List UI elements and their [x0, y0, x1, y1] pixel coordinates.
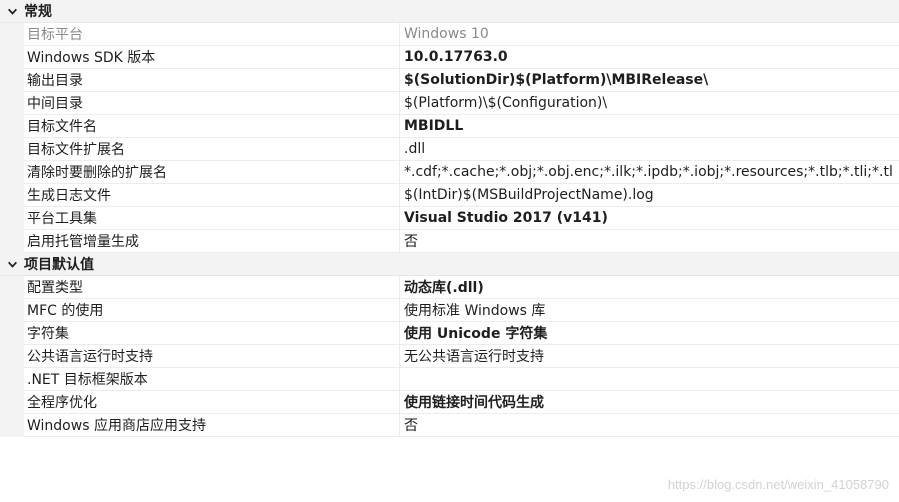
property-row-clean-extensions[interactable]: 清除时要删除的扩展名 *.cdf;*.cache;*.obj;*.obj.enc… [0, 161, 899, 184]
property-name: .NET 目标框架版本 [24, 368, 400, 391]
property-name: 清除时要删除的扩展名 [24, 161, 400, 184]
watermark: https://blog.csdn.net/weixin_41058790 [667, 477, 889, 492]
property-row-store-app-support[interactable]: Windows 应用商店应用支持 否 [0, 414, 899, 437]
property-name: MFC 的使用 [24, 299, 400, 322]
property-grid: 常规 目标平台 Windows 10 Windows SDK 版本 10.0.1… [0, 0, 899, 437]
property-value[interactable]: MBIDLL [400, 115, 899, 138]
property-row-dotnet-framework[interactable]: .NET 目标框架版本 [0, 368, 899, 391]
property-name: 公共语言运行时支持 [24, 345, 400, 368]
property-name: 字符集 [24, 322, 400, 345]
property-name: Windows SDK 版本 [24, 46, 400, 69]
property-value[interactable]: Windows 10 [400, 23, 899, 46]
collapse-chevron-icon[interactable] [0, 259, 24, 270]
property-value[interactable]: 使用链接时间代码生成 [400, 391, 899, 414]
property-value[interactable]: $(Platform)\$(Configuration)\ [400, 92, 899, 115]
section-header-general[interactable]: 常规 [0, 0, 899, 23]
section-header-project-defaults[interactable]: 项目默认值 [0, 253, 899, 276]
property-value[interactable]: *.cdf;*.cache;*.obj;*.obj.enc;*.ilk;*.ip… [400, 161, 899, 184]
property-row-target-name[interactable]: 目标文件名 MBIDLL [0, 115, 899, 138]
property-name: 启用托管增量生成 [24, 230, 400, 253]
property-row-intermediate-dir[interactable]: 中间目录 $(Platform)\$(Configuration)\ [0, 92, 899, 115]
collapse-chevron-icon[interactable] [0, 6, 24, 17]
property-value[interactable]: Visual Studio 2017 (v141) [400, 207, 899, 230]
property-name: 配置类型 [24, 276, 400, 299]
property-row-toolset[interactable]: 平台工具集 Visual Studio 2017 (v141) [0, 207, 899, 230]
property-row-clr-support[interactable]: 公共语言运行时支持 无公共语言运行时支持 [0, 345, 899, 368]
property-value[interactable]: 否 [400, 230, 899, 253]
property-value[interactable]: 无公共语言运行时支持 [400, 345, 899, 368]
property-value[interactable] [400, 368, 899, 391]
property-value[interactable]: $(IntDir)$(MSBuildProjectName).log [400, 184, 899, 207]
property-row-mfc-usage[interactable]: MFC 的使用 使用标准 Windows 库 [0, 299, 899, 322]
property-row-config-type[interactable]: 配置类型 动态库(.dll) [0, 276, 899, 299]
property-value[interactable]: .dll [400, 138, 899, 161]
property-name: 中间目录 [24, 92, 400, 115]
property-value[interactable]: 动态库(.dll) [400, 276, 899, 299]
property-name: 输出目录 [24, 69, 400, 92]
property-name: 生成日志文件 [24, 184, 400, 207]
property-name: 目标文件扩展名 [24, 138, 400, 161]
property-row-target-platform[interactable]: 目标平台 Windows 10 [0, 23, 899, 46]
section-title: 项目默认值 [24, 257, 94, 273]
property-row-target-ext[interactable]: 目标文件扩展名 .dll [0, 138, 899, 161]
property-row-output-dir[interactable]: 输出目录 $(SolutionDir)$(Platform)\MBIReleas… [0, 69, 899, 92]
property-value[interactable]: 使用标准 Windows 库 [400, 299, 899, 322]
property-value[interactable]: $(SolutionDir)$(Platform)\MBIRelease\ [400, 69, 899, 92]
property-value[interactable]: 使用 Unicode 字符集 [400, 322, 899, 345]
property-row-windows-sdk[interactable]: Windows SDK 版本 10.0.17763.0 [0, 46, 899, 69]
property-name: Windows 应用商店应用支持 [24, 414, 400, 437]
property-value[interactable]: 否 [400, 414, 899, 437]
property-row-charset[interactable]: 字符集 使用 Unicode 字符集 [0, 322, 899, 345]
property-row-managed-incremental[interactable]: 启用托管增量生成 否 [0, 230, 899, 253]
property-row-whole-program-opt[interactable]: 全程序优化 使用链接时间代码生成 [0, 391, 899, 414]
property-value[interactable]: 10.0.17763.0 [400, 46, 899, 69]
property-row-build-log[interactable]: 生成日志文件 $(IntDir)$(MSBuildProjectName).lo… [0, 184, 899, 207]
property-name: 目标平台 [24, 23, 400, 46]
property-name: 目标文件名 [24, 115, 400, 138]
section-title: 常规 [24, 4, 52, 20]
property-name: 全程序优化 [24, 391, 400, 414]
property-name: 平台工具集 [24, 207, 400, 230]
